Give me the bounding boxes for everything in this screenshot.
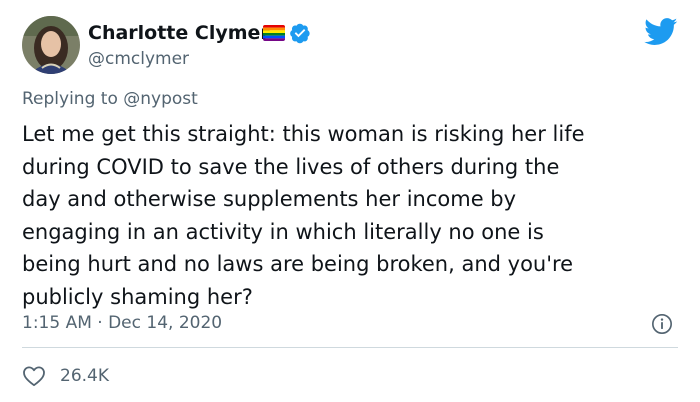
replying-to-label: Replying to bbox=[22, 89, 118, 109]
tweet-text-line: Let me get this straight: this woman is … bbox=[22, 122, 585, 146]
tweet-text-line: being hurt and no laws are being broken,… bbox=[22, 252, 574, 276]
tweet-text-line: publicly shaming her? bbox=[22, 284, 253, 309]
divider bbox=[22, 347, 678, 348]
tweet-card: Charlotte Clymer @cmclymer Replying to @… bbox=[0, 0, 700, 402]
like-count: 26.4K bbox=[60, 366, 109, 386]
info-icon[interactable] bbox=[651, 313, 673, 335]
rainbow-flag-icon bbox=[263, 25, 285, 41]
tweet-text-line: engaging in an activity in which literal… bbox=[22, 219, 544, 244]
user-handle[interactable]: @cmclymer bbox=[88, 48, 189, 70]
display-name[interactable]: Charlotte Clymer bbox=[88, 21, 270, 45]
avatar[interactable] bbox=[22, 16, 80, 74]
tweet-text-line: during COVID to save the lives of others… bbox=[22, 154, 560, 179]
verified-badge-icon bbox=[289, 22, 311, 44]
tweet-text-line: day and otherwise supplements her income… bbox=[22, 187, 517, 211]
twitter-bird-icon[interactable] bbox=[644, 18, 678, 46]
tweet-text: Let me get this straight: this woman is … bbox=[22, 118, 682, 313]
tweet-timestamp[interactable]: 1:15 AM · Dec 14, 2020 bbox=[22, 312, 222, 334]
mention-link[interactable]: @nypost bbox=[123, 89, 198, 109]
replying-to: Replying to @nypost bbox=[22, 88, 198, 110]
heart-icon[interactable] bbox=[22, 365, 46, 387]
